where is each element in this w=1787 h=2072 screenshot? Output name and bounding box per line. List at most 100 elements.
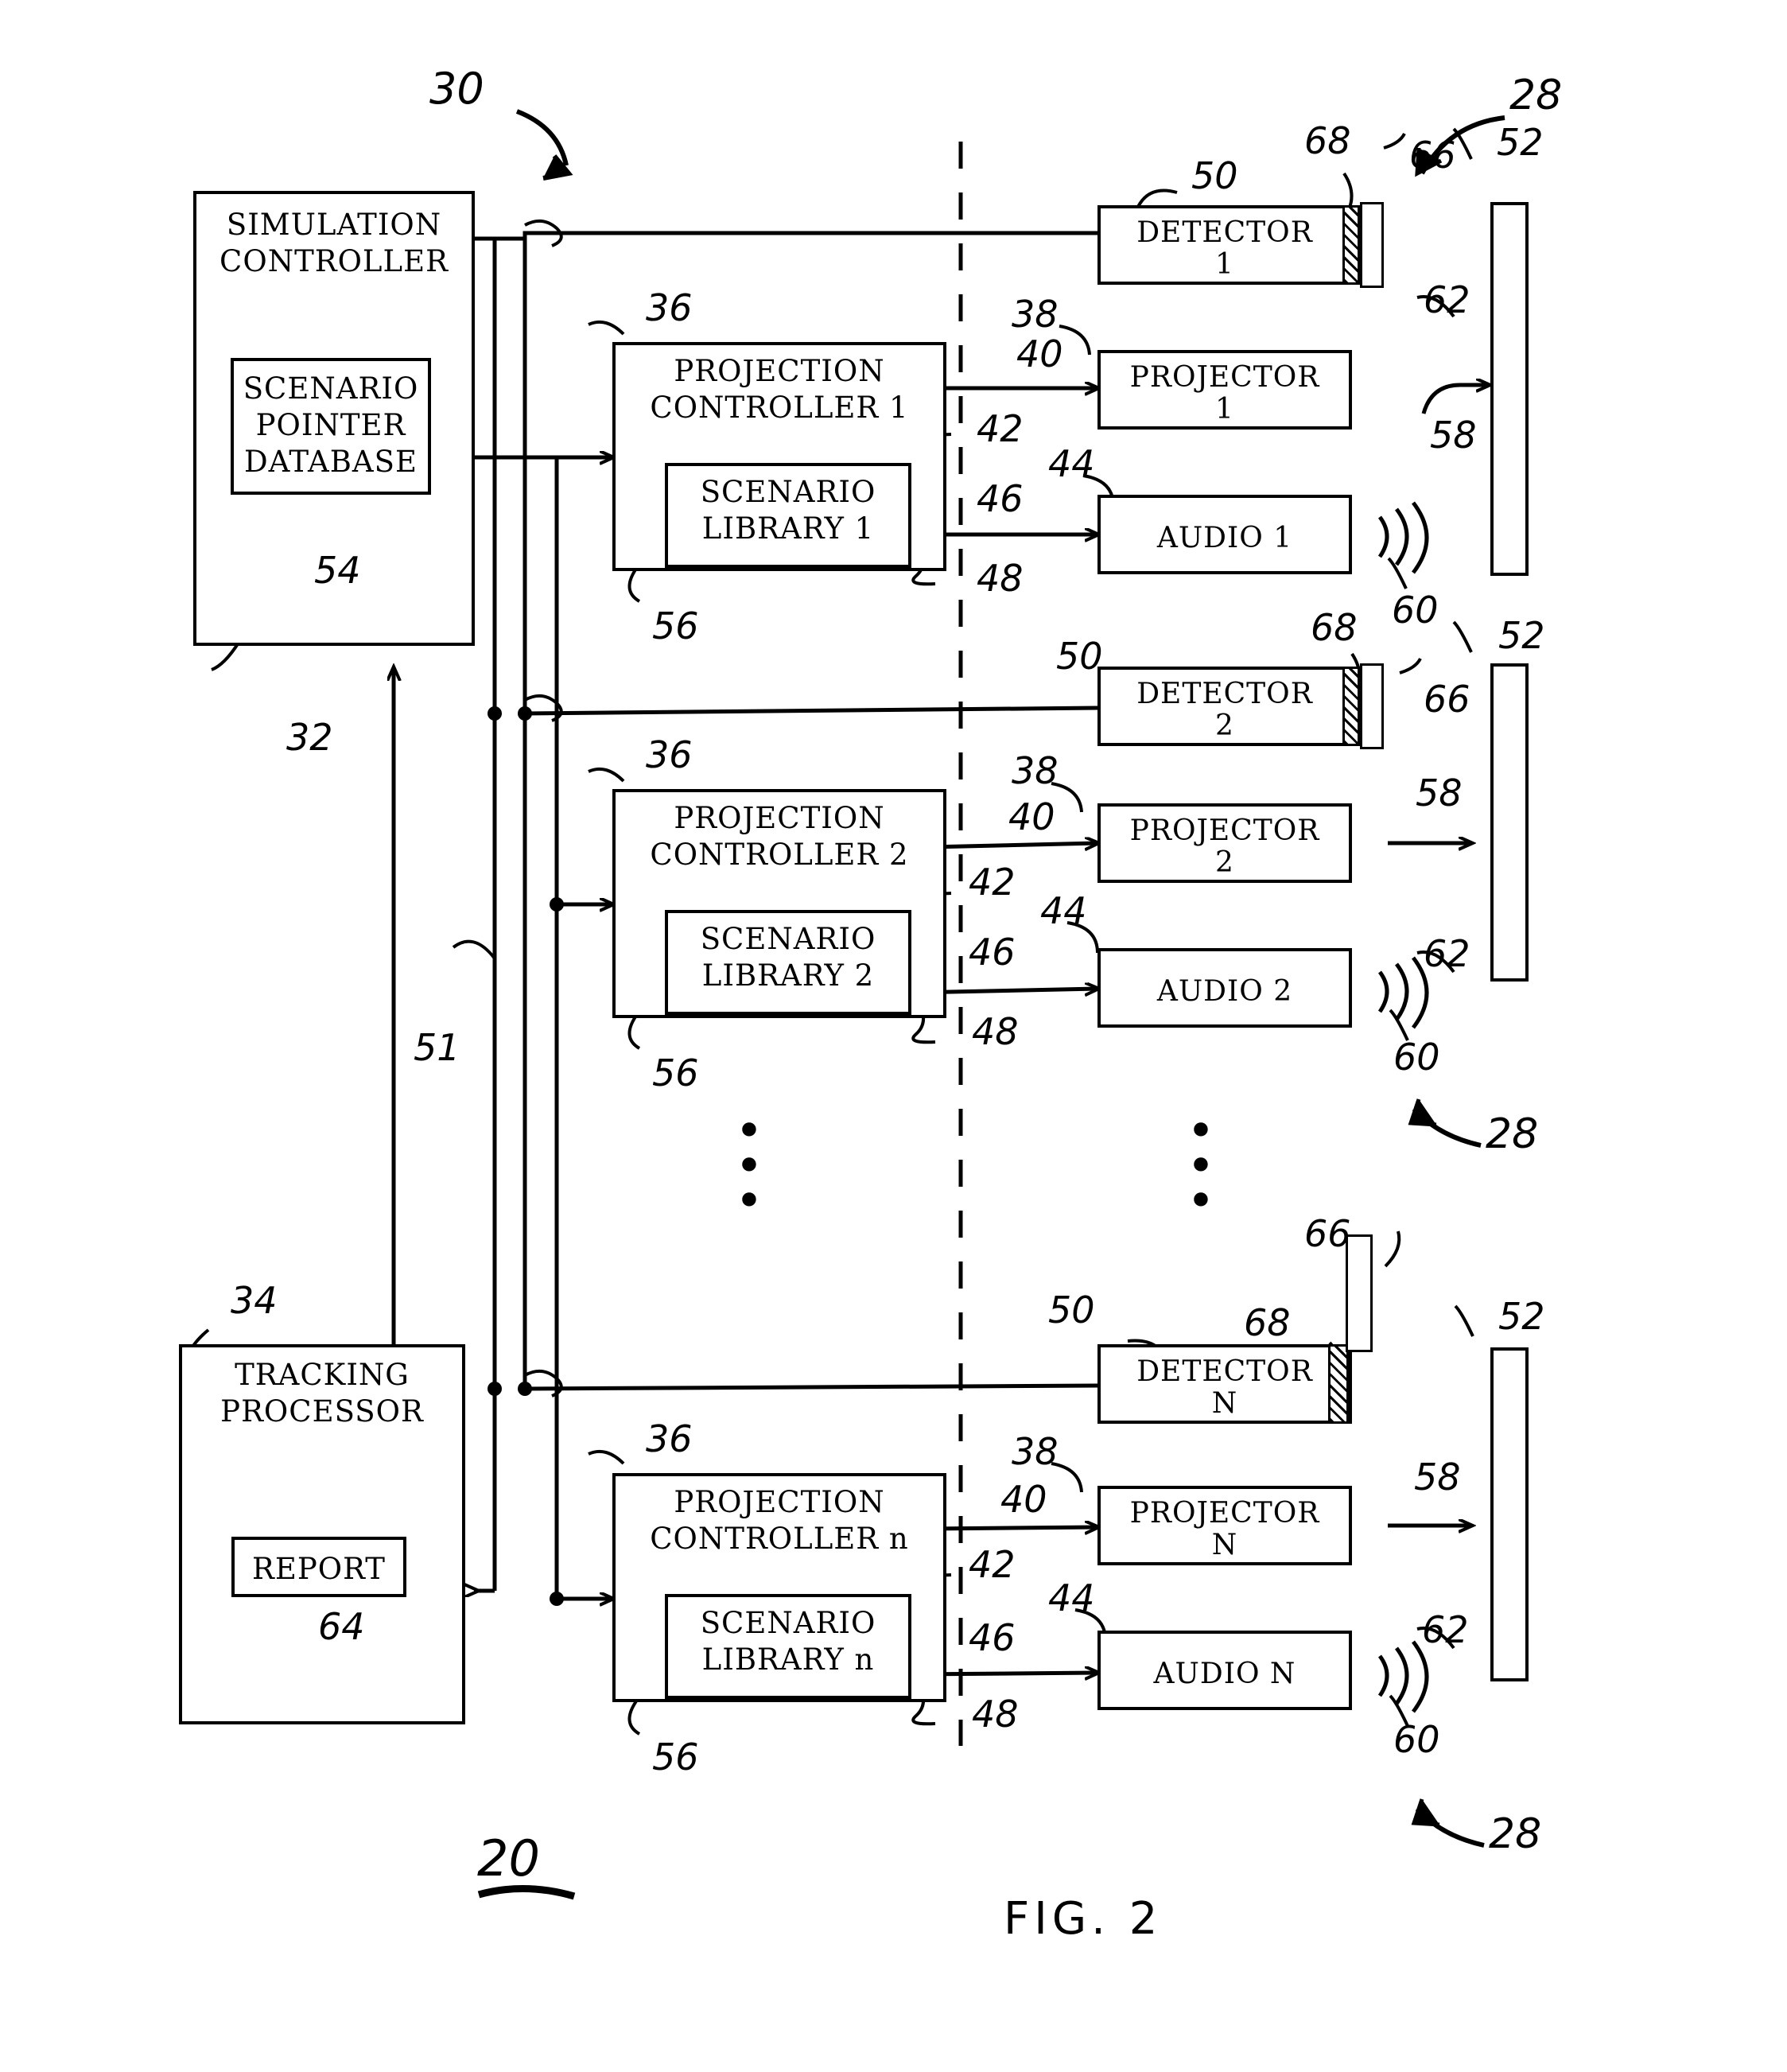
ref-28-ch1: 28 bbox=[1509, 72, 1563, 119]
tracking-processor-title-line2: PROCESSOR bbox=[220, 1394, 424, 1429]
ref-62-ch2: 62 bbox=[1424, 932, 1470, 975]
ref-60-ch1: 60 bbox=[1392, 589, 1439, 632]
ref-42-ch1: 42 bbox=[977, 407, 1024, 450]
projection-controller-n-line1: PROJECTION bbox=[674, 1485, 885, 1519]
ref-40-chn: 40 bbox=[1000, 1478, 1047, 1521]
ref-58-chn: 58 bbox=[1414, 1456, 1461, 1499]
projector-n-block: PROJECTOR N bbox=[1097, 1486, 1352, 1565]
target-surface-52-ch2 bbox=[1490, 663, 1529, 982]
ref-42-ch2: 42 bbox=[969, 861, 1016, 904]
ref-46-ch2: 46 bbox=[969, 931, 1016, 974]
audio-1-block: AUDIO 1 bbox=[1097, 495, 1352, 574]
projector-n-label-line2: N bbox=[1211, 1529, 1238, 1561]
ref-58-ch2: 58 bbox=[1416, 772, 1463, 814]
scenario-library-2-line1: SCENARIO bbox=[700, 922, 876, 956]
projection-controller-2-block: PROJECTION CONTROLLER 2 SCENARIO LIBRARY… bbox=[612, 789, 946, 1018]
tracking-processor-title-line1: TRACKING bbox=[235, 1358, 410, 1392]
simulation-controller-title-line1: SIMULATION bbox=[226, 208, 442, 242]
ref-60-ch2: 60 bbox=[1393, 1036, 1440, 1079]
ref-56-ch2: 56 bbox=[652, 1052, 699, 1094]
ref-50-ch2: 50 bbox=[1056, 635, 1103, 678]
ref-46-ch1: 46 bbox=[977, 477, 1024, 520]
report-label: REPORT bbox=[252, 1552, 386, 1586]
scenario-pointer-database-block: SCENARIO POINTER DATABASE bbox=[231, 358, 431, 495]
scenario-library-n-line2: LIBRARY n bbox=[701, 1642, 875, 1677]
detector-2-label-line2: 2 bbox=[1215, 709, 1234, 742]
audio-2-block: AUDIO 2 bbox=[1097, 948, 1352, 1028]
scenario-pointer-database-line2: POINTER bbox=[255, 408, 406, 442]
ref-44-chn: 44 bbox=[1048, 1576, 1095, 1619]
ref-44-ch1: 44 bbox=[1048, 442, 1095, 485]
ref-68-ch2: 68 bbox=[1311, 606, 1358, 649]
simulation-controller-title-line2: CONTROLLER bbox=[219, 244, 449, 278]
ref-38-chn: 38 bbox=[1012, 1430, 1059, 1473]
channel-ellipsis-right: • • • bbox=[1187, 1103, 1215, 1229]
detector-1-filter-68 bbox=[1342, 205, 1360, 285]
projection-controller-n-line2: CONTROLLER n bbox=[650, 1522, 909, 1556]
audio-2-label: AUDIO 2 bbox=[1156, 975, 1293, 1008]
scenario-library-n-block: SCENARIO LIBRARY n bbox=[665, 1594, 911, 1699]
ref-52-chn: 52 bbox=[1498, 1295, 1545, 1338]
ref-66-chn: 66 bbox=[1304, 1212, 1351, 1255]
detector-2-screen-66 bbox=[1360, 663, 1384, 749]
ref-66-ch1: 66 bbox=[1409, 134, 1456, 177]
scenario-pointer-database-line1: SCENARIO bbox=[243, 371, 419, 406]
ref-52-ch2: 52 bbox=[1498, 614, 1545, 657]
ref-38-ch2: 38 bbox=[1012, 749, 1059, 792]
ref-42-chn: 42 bbox=[969, 1543, 1016, 1586]
projection-controller-2-line1: PROJECTION bbox=[674, 801, 885, 835]
channel-ellipsis-left: • • • bbox=[735, 1103, 763, 1229]
target-surface-52-ch1 bbox=[1490, 202, 1529, 576]
ref-48-chn: 48 bbox=[972, 1693, 1019, 1736]
ref-34: 34 bbox=[231, 1279, 278, 1322]
projector-1-block: PROJECTOR 1 bbox=[1097, 350, 1352, 430]
ref-40-ch2: 40 bbox=[1008, 795, 1055, 838]
system-ref-20: 20 bbox=[477, 1829, 540, 1887]
audio-n-block: AUDIO N bbox=[1097, 1631, 1352, 1710]
ref-48-ch2: 48 bbox=[972, 1010, 1019, 1053]
projection-controller-1-block: PROJECTION CONTROLLER 1 SCENARIO LIBRARY… bbox=[612, 342, 946, 571]
ref-50-chn: 50 bbox=[1048, 1289, 1095, 1331]
detector-1-screen-66 bbox=[1360, 202, 1384, 288]
ref-28-ch2: 28 bbox=[1486, 1110, 1539, 1158]
scenario-library-1-line2: LIBRARY 1 bbox=[701, 511, 875, 546]
detector-n-block: DETECTOR N bbox=[1097, 1344, 1352, 1424]
ref-46-chn: 46 bbox=[969, 1616, 1016, 1659]
ref-56-chn: 56 bbox=[652, 1736, 699, 1778]
audio-n-label: AUDIO N bbox=[1153, 1658, 1296, 1690]
detector-2-block: DETECTOR 2 bbox=[1097, 667, 1352, 746]
projection-controller-1-line1: PROJECTION bbox=[674, 354, 885, 388]
ref-30: 30 bbox=[429, 64, 484, 114]
ref-48-ch1: 48 bbox=[977, 557, 1024, 600]
ref-36-chn: 36 bbox=[646, 1417, 693, 1460]
scenario-pointer-database-line3: DATABASE bbox=[243, 445, 418, 479]
detector-n-filter-68 bbox=[1328, 1344, 1349, 1424]
target-surface-52-chn bbox=[1490, 1347, 1529, 1681]
ref-54: 54 bbox=[314, 549, 361, 592]
ref-36-ch2: 36 bbox=[646, 733, 693, 776]
audio-1-label: AUDIO 1 bbox=[1156, 522, 1293, 554]
tracking-processor-block: TRACKING PROCESSOR REPORT bbox=[179, 1344, 465, 1724]
scenario-library-2-line2: LIBRARY 2 bbox=[701, 958, 875, 993]
ref-62-chn: 62 bbox=[1422, 1608, 1469, 1651]
patent-figure-page: SIMULATION CONTROLLER SCENARIO POINTER D… bbox=[0, 0, 1787, 2072]
ref-50-ch1: 50 bbox=[1191, 154, 1238, 197]
ref-68-chn: 68 bbox=[1244, 1301, 1291, 1344]
projection-controller-1-line2: CONTROLLER 1 bbox=[650, 391, 909, 425]
report-block: REPORT bbox=[231, 1537, 406, 1597]
ref-52-ch1: 52 bbox=[1497, 121, 1544, 164]
ref-40-ch1: 40 bbox=[1016, 332, 1063, 375]
ref-64: 64 bbox=[318, 1605, 365, 1648]
figure-caption: FIG. 2 bbox=[1004, 1893, 1163, 1945]
detector-2-filter-68 bbox=[1342, 667, 1360, 746]
ref-60-chn: 60 bbox=[1393, 1718, 1440, 1761]
ref-32: 32 bbox=[286, 716, 333, 759]
detector-1-label-line2: 1 bbox=[1215, 248, 1234, 281]
ref-38-ch1: 38 bbox=[1012, 293, 1059, 336]
projector-1-label-line2: 1 bbox=[1215, 393, 1234, 426]
scenario-library-2-block: SCENARIO LIBRARY 2 bbox=[665, 910, 911, 1015]
detector-1-block: DETECTOR 1 bbox=[1097, 205, 1352, 285]
ref-36-ch1: 36 bbox=[646, 286, 693, 329]
scenario-library-1-block: SCENARIO LIBRARY 1 bbox=[665, 463, 911, 568]
ref-51: 51 bbox=[414, 1026, 460, 1069]
